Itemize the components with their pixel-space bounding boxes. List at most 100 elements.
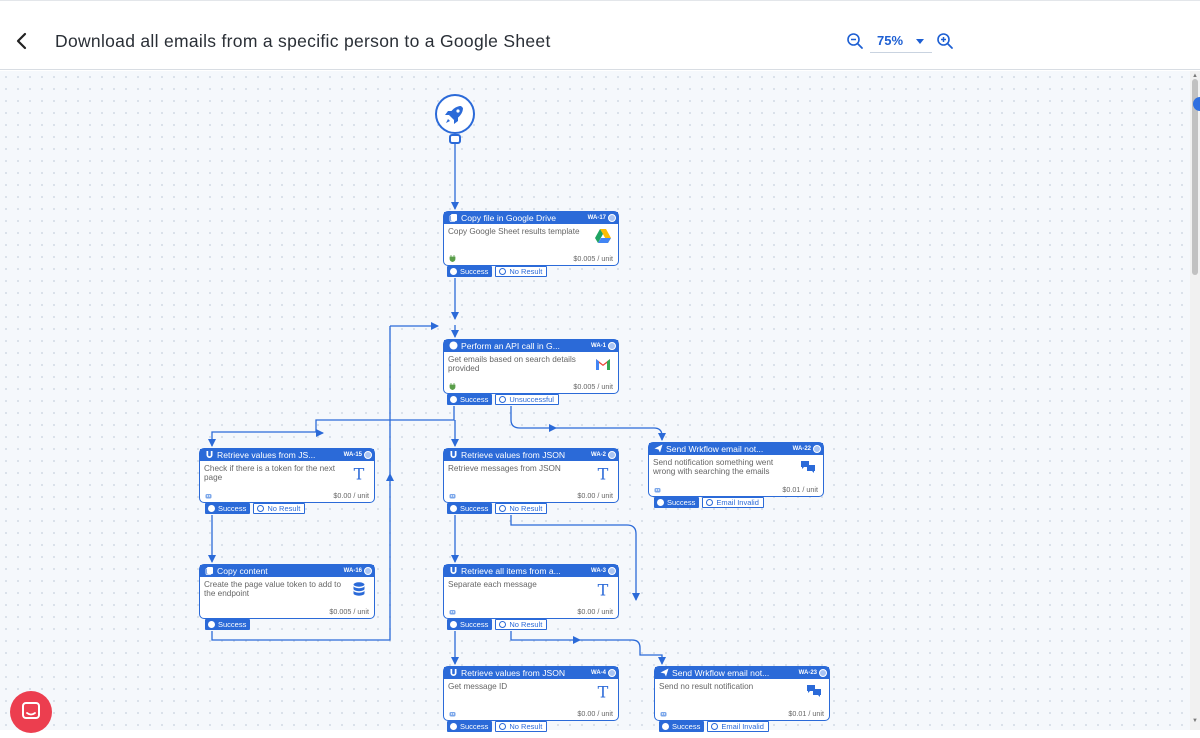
output-no-result-button[interactable]: No Result bbox=[495, 721, 548, 732]
radio-dot-icon bbox=[706, 499, 714, 506]
output-email-invalid-button[interactable]: Email Invalid bbox=[707, 721, 769, 732]
output-label: No Result bbox=[267, 504, 301, 513]
verified-check-icon bbox=[813, 445, 821, 453]
radio-dot-icon bbox=[450, 723, 457, 730]
node-header[interactable]: Perform an API call in G... WA-1 bbox=[444, 340, 618, 352]
chat-bubbles-icon bbox=[807, 685, 821, 697]
node-title: Retrieve values from JSON bbox=[461, 450, 566, 460]
node-description: Separate each message bbox=[448, 580, 537, 589]
radio-dot-icon bbox=[450, 268, 457, 275]
node-header[interactable]: Send Wrkflow email not... WA-23 bbox=[655, 667, 829, 679]
node-header[interactable]: Retrieve values from JSON WA-4 bbox=[444, 667, 618, 679]
workflow-node[interactable]: Retrieve values from JSON WA-2 Retrieve me… bbox=[443, 448, 619, 503]
radio-dot-icon bbox=[450, 505, 457, 512]
node-description: Send notification something went wrong w… bbox=[653, 458, 774, 476]
output-success-button[interactable]: Success bbox=[447, 394, 493, 405]
verified-check-icon bbox=[364, 451, 372, 459]
output-label: Success bbox=[460, 504, 489, 513]
text-tool-icon: T bbox=[598, 465, 609, 481]
magnet-icon bbox=[450, 451, 457, 458]
workflow-node[interactable]: Copy content WA-16 Create the page value t… bbox=[199, 564, 375, 619]
radio-dot-icon bbox=[208, 505, 215, 512]
output-no-result-button[interactable]: No Result bbox=[253, 503, 306, 514]
radio-dot-icon bbox=[662, 723, 669, 730]
chat-bubbles-icon bbox=[801, 461, 815, 473]
output-label: No Result bbox=[509, 504, 543, 513]
output-no-result-button[interactable]: No Result bbox=[495, 503, 548, 514]
output-email-invalid-button[interactable]: Email Invalid bbox=[702, 497, 764, 508]
node-cost: $0.01 / unit bbox=[788, 709, 824, 718]
output-label: Success bbox=[460, 395, 489, 404]
node-outputs: Success No Result bbox=[447, 503, 548, 514]
text-tool-icon: T bbox=[598, 581, 609, 597]
radio-dot-icon bbox=[208, 621, 215, 628]
node-header[interactable]: Send Wrkflow email not... WA-22 bbox=[649, 443, 823, 455]
output-success-button[interactable]: Success bbox=[447, 503, 493, 514]
svg-text:T: T bbox=[598, 465, 609, 481]
database-icon bbox=[353, 582, 365, 596]
node-cost: $0.00 / unit bbox=[577, 491, 613, 500]
radio-dot-icon bbox=[499, 621, 507, 628]
output-success-button[interactable]: Success bbox=[205, 503, 251, 514]
node-description: Get message ID bbox=[448, 682, 508, 691]
workflow-node[interactable]: Retrieve values from JSON WA-4 Get message… bbox=[443, 666, 619, 721]
output-success-button[interactable]: Success bbox=[654, 497, 700, 508]
output-success-button[interactable]: Success bbox=[447, 721, 493, 732]
workflow-node[interactable]: Perform an API call in G... WA-1 Get email… bbox=[443, 339, 619, 394]
workflow-node[interactable]: Send Wrkflow email not... WA-23 Send no re… bbox=[654, 666, 830, 721]
start-output-port[interactable] bbox=[449, 134, 461, 144]
output-success-button[interactable]: Success bbox=[659, 721, 705, 732]
radio-dot-icon bbox=[499, 505, 507, 512]
text-tool-icon: T bbox=[598, 683, 609, 699]
workflow-node[interactable]: Retrieve values from JS... WA-15 Check if … bbox=[199, 448, 375, 503]
side-panel-handle[interactable] bbox=[1193, 97, 1200, 111]
canvas-scrollbar[interactable] bbox=[1190, 71, 1200, 730]
node-header[interactable]: Retrieve values from JS... WA-15 bbox=[200, 449, 374, 461]
node-id-badge: WA-16 bbox=[343, 568, 362, 574]
start-trigger-node[interactable] bbox=[435, 94, 475, 134]
scroll-up-arrow-icon[interactable]: ▲ bbox=[1192, 73, 1198, 79]
output-success-button[interactable]: Success bbox=[447, 619, 493, 630]
node-outputs: Success No Result bbox=[447, 619, 548, 630]
node-description: Copy Google Sheet results template bbox=[448, 227, 580, 236]
node-title: Retrieve values from JS... bbox=[217, 450, 316, 460]
magnet-icon bbox=[450, 669, 457, 676]
node-title: Copy file in Google Drive bbox=[461, 213, 557, 223]
node-cost: $0.005 / unit bbox=[573, 382, 613, 391]
node-header[interactable]: Retrieve all items from a... WA-3 bbox=[444, 565, 618, 577]
output-unsuccessful-button[interactable]: Unsuccessful bbox=[495, 394, 559, 405]
verified-check-icon bbox=[608, 669, 616, 677]
workflow-node[interactable]: Copy file in Google Drive WA-17 Copy Googl… bbox=[443, 211, 619, 266]
node-cost: $0.01 / unit bbox=[782, 485, 818, 494]
output-no-result-button[interactable]: No Result bbox=[495, 266, 548, 277]
output-label: Success bbox=[460, 620, 489, 629]
text-tool-icon: T bbox=[354, 465, 365, 481]
radio-dot-icon bbox=[657, 499, 664, 506]
workflow-node[interactable]: Retrieve all items from a... WA-3 Separate… bbox=[443, 564, 619, 619]
radio-dot-icon bbox=[499, 268, 507, 275]
node-outputs: Success No Result bbox=[447, 266, 548, 277]
node-outputs: Success Unsuccessful bbox=[447, 394, 559, 405]
scroll-down-arrow-icon[interactable]: ▼ bbox=[1192, 718, 1198, 724]
workflow-node[interactable]: Send Wrkflow email not... WA-22 Send notif… bbox=[648, 442, 824, 497]
radio-dot-icon bbox=[450, 396, 457, 403]
api-icon bbox=[449, 341, 458, 350]
node-id-badge: WA-3 bbox=[591, 568, 606, 574]
svg-text:T: T bbox=[598, 581, 609, 597]
node-id-badge: WA-15 bbox=[343, 452, 362, 458]
magnet-icon bbox=[206, 451, 213, 458]
robot-icon bbox=[205, 494, 212, 499]
node-header[interactable]: Copy file in Google Drive WA-17 bbox=[444, 212, 618, 224]
plug-icon bbox=[449, 383, 456, 390]
output-success-button[interactable]: Success bbox=[205, 619, 251, 630]
output-success-button[interactable]: Success bbox=[447, 266, 493, 277]
node-title: Copy content bbox=[217, 566, 268, 576]
node-header[interactable]: Retrieve values from JSON WA-2 bbox=[444, 449, 618, 461]
node-header[interactable]: Copy content WA-16 bbox=[200, 565, 374, 577]
plug-icon bbox=[449, 255, 456, 262]
radio-dot-icon bbox=[711, 723, 719, 730]
output-label: Success bbox=[218, 620, 247, 629]
chat-widget-button[interactable] bbox=[10, 691, 52, 733]
node-description: Retrieve messages from JSON bbox=[448, 464, 561, 473]
output-no-result-button[interactable]: No Result bbox=[495, 619, 548, 630]
